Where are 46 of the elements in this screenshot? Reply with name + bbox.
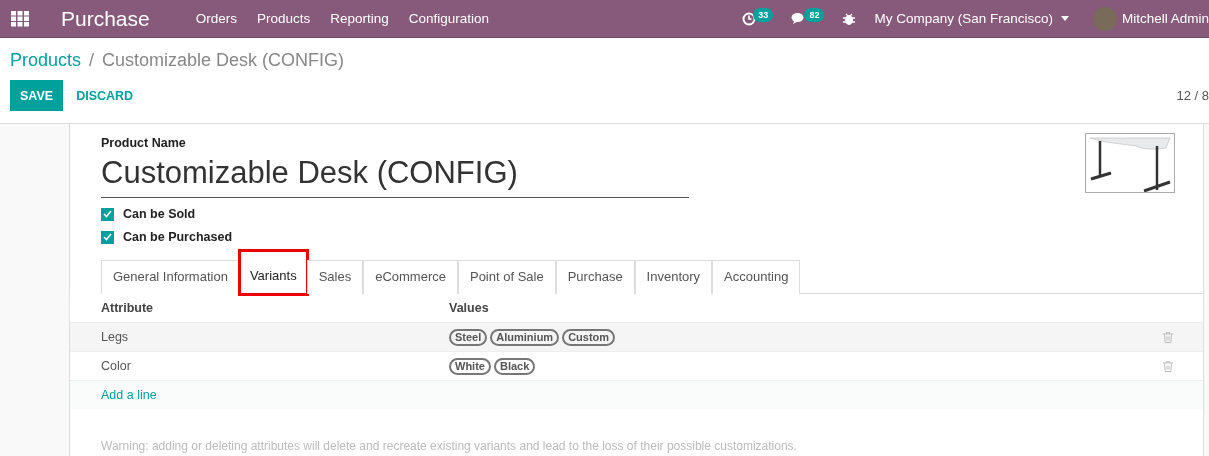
table-cell-text: Color — [101, 359, 132, 373]
save-button[interactable]: SAVE — [10, 80, 64, 111]
menu-item[interactable]: Reporting — [330, 11, 389, 26]
tab[interactable]: General Information — [101, 260, 240, 294]
user-name[interactable]: Mitchell Admin — [1121, 11, 1209, 26]
menu-item[interactable]: Configuration — [408, 11, 490, 26]
breadcrumb-separator: / — [89, 50, 95, 71]
tab[interactable]: eCommerce — [363, 260, 458, 294]
clock-icon[interactable] — [742, 11, 757, 26]
table-cell-text: Legs — [101, 330, 130, 344]
breadcrumb-current: Customizable Desk (CONFIG) — [102, 50, 345, 71]
value-tag: Aluminium — [490, 328, 560, 346]
checkbox[interactable] — [101, 207, 114, 221]
breadcrumb-link[interactable]: Products — [10, 50, 82, 71]
column-header: Attribute — [101, 301, 155, 315]
menu-item[interactable]: Orders — [195, 11, 237, 26]
value-tag: Black — [493, 357, 536, 375]
app-name: Purchase — [61, 6, 150, 31]
pager-counter: 12 / 8 — [1176, 88, 1209, 103]
tab[interactable]: Inventory — [634, 260, 713, 294]
apps-grid-icon[interactable] — [11, 10, 29, 27]
value-tag: White — [449, 357, 491, 375]
warning-text: Warning: adding or deleting attributes will delete and recreate existing variants and lead to the loss of their possible customizations. — [101, 439, 798, 453]
trash-icon[interactable] — [1163, 331, 1173, 343]
discard-button[interactable]: DISCARD — [66, 80, 144, 111]
tab[interactable]: Sales — [306, 260, 364, 294]
bug-icon[interactable] — [842, 11, 857, 26]
menu-item[interactable]: Products — [257, 11, 311, 26]
tab[interactable]: Purchase — [555, 260, 635, 294]
caret-icon — [1060, 16, 1069, 21]
activity-count-badge: 33 — [753, 7, 774, 22]
tab[interactable]: Point of Sale — [457, 260, 556, 294]
field-label: Product Name — [101, 136, 187, 150]
tab[interactable]: Variants — [239, 251, 307, 294]
company-switcher[interactable]: My Company (San Francisco) — [874, 11, 1069, 26]
checkbox-label: Can be Sold — [123, 207, 196, 221]
value-tag: Steel — [449, 328, 488, 346]
value-tag: Custom — [562, 328, 616, 346]
add-line-link[interactable]: Add a line — [101, 388, 449, 402]
product-name-field[interactable]: Customizable Desk (CONFIG) — [101, 150, 689, 198]
checkbox[interactable] — [101, 230, 114, 244]
message-count-badge: 82 — [804, 7, 825, 22]
trash-icon[interactable] — [1163, 360, 1173, 372]
column-header: Values — [449, 301, 490, 315]
tab[interactable]: Accounting — [712, 260, 801, 294]
checkbox-label: Can be Purchased — [123, 230, 233, 244]
